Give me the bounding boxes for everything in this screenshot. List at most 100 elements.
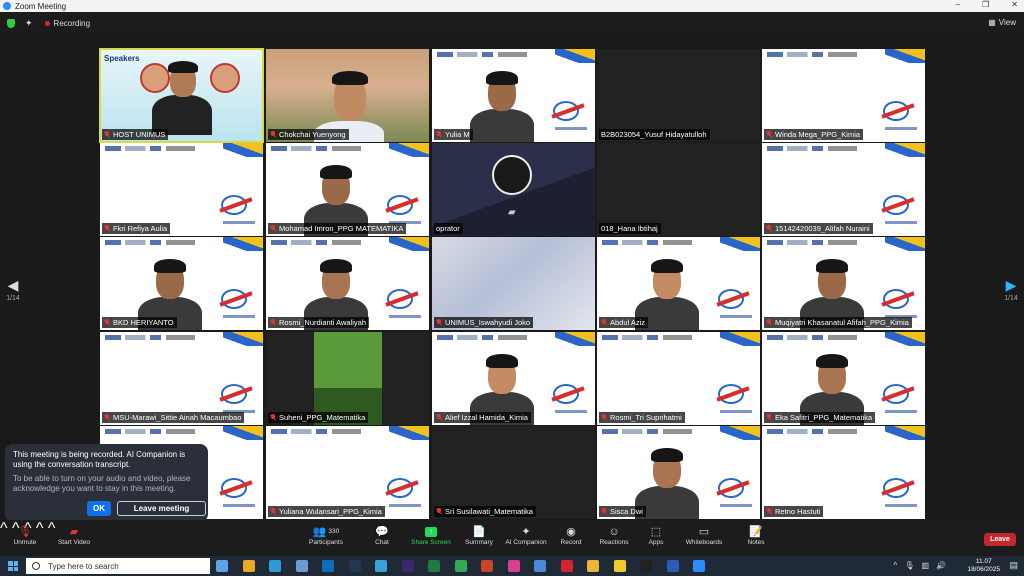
excel-icon[interactable] [428, 560, 440, 572]
participant-tile[interactable]: Yulia M [432, 49, 595, 142]
volume-icon[interactable]: 🔊 [936, 561, 946, 570]
chevron-up-icon[interactable]: ^ [894, 561, 898, 570]
participant-tile[interactable]: Muqiyatri Khasanatul Afifah_PPG_Kimia [762, 237, 925, 330]
participant-tile[interactable]: Eka Safitri_PPG_Matematika [762, 332, 925, 425]
participant-name-label: Retno Hastuti [764, 506, 824, 517]
participant-tile[interactable]: Retno Hastuti [762, 426, 925, 519]
right-arrow-icon: ▶ [1005, 277, 1017, 293]
unmute-button[interactable]: 🎙 Unmute [12, 524, 38, 546]
participant-tile[interactable]: Mohamad Imron_PPG MATEMATIKA [266, 143, 429, 236]
window-controls: – ❐ ✕ [956, 0, 1018, 9]
apps-button[interactable]: ⬚ Apps [644, 524, 668, 546]
prev-page-button[interactable]: ◀ 1/14 [2, 277, 24, 302]
whiteboards-button[interactable]: ▭ Whiteboards [684, 524, 724, 546]
notes-button[interactable]: 📝 Notes [744, 524, 768, 546]
chat-button[interactable]: 💬 Chat [370, 524, 394, 546]
capcut-icon[interactable] [640, 560, 652, 572]
ai-sparkle-icon[interactable]: ✦ [25, 18, 33, 29]
participant-tile[interactable]: MSU-Marawi_Sittie Ainah Macaumbao [100, 332, 263, 425]
participant-tile[interactable]: Winda Mega_PPG_Kimia [762, 49, 925, 142]
participant-tile[interactable]: Yuliana Wulansari_PPG_Kimia [266, 426, 429, 519]
windows-start-icon[interactable] [8, 561, 18, 571]
participant-name: Fkri Refiya Aulia [113, 224, 168, 233]
participant-tile[interactable]: Alief Izzal Hamida_Kimia [432, 332, 595, 425]
next-page-button[interactable]: ▶ 1/14 [1000, 277, 1022, 302]
participant-tile[interactable]: ▰ oprator [432, 143, 595, 236]
chrome-icon[interactable] [242, 560, 255, 572]
participant-name-label: Winda Mega_PPG_Kimia [764, 129, 864, 140]
participant-name-label: Eka Safitri_PPG_Matematika [764, 412, 876, 423]
record-icon: ◉ [566, 526, 576, 538]
participant-name-label: MSU-Marawi_Sittie Ainah Macaumbao [102, 412, 245, 423]
reactions-caret[interactable]: ^ [48, 520, 56, 537]
participant-name-label: BKD HERIYANTO [102, 317, 177, 328]
speaker-photo [210, 63, 240, 93]
record-button[interactable]: ◉ Record [559, 524, 583, 546]
leave-meeting-button[interactable]: Leave meeting [117, 501, 206, 516]
participant-tile[interactable]: 15142420039_Alifah Nuraini [762, 143, 925, 236]
participant-name: Eka Safitri_PPG_Matematika [775, 413, 873, 422]
ok-button[interactable]: OK [87, 501, 111, 516]
obs-logo-icon [492, 155, 532, 195]
participant-name: UNIMUS_Iswahyudi Joko [445, 318, 531, 327]
participant-tile[interactable]: Sisca Dwi [597, 426, 760, 519]
participant-tile[interactable]: Fkri Refiya Aulia [100, 143, 263, 236]
zoom-icon[interactable] [693, 560, 705, 572]
participant-tile[interactable]: Rosmi_Nurdianti Awaliyah [266, 237, 429, 330]
mic-muted-icon [766, 414, 772, 421]
start-video-button[interactable]: ▰ Start Video [56, 524, 92, 546]
leave-button[interactable]: Leave [984, 533, 1016, 546]
mic-muted-icon [766, 131, 772, 138]
capture-icon[interactable] [375, 560, 387, 572]
participant-tile[interactable]: Chokchai Yuenyong [266, 49, 429, 142]
network-icon[interactable]: ▥ [921, 561, 929, 570]
outlook-icon[interactable] [322, 560, 334, 572]
participant-tile[interactable]: Abdul Aziz [597, 237, 760, 330]
taskbar-search-box[interactable]: Type here to search [26, 558, 210, 574]
opera-icon[interactable] [560, 560, 573, 572]
files-icon[interactable] [587, 560, 599, 572]
participant-name-label: Chokchai Yuenyong [268, 129, 349, 140]
reactions-button[interactable]: ☺ Reactions [598, 524, 630, 547]
restore-icon[interactable]: ❐ [982, 0, 989, 9]
share-screen-button[interactable]: ↑ Share Screen [411, 524, 451, 546]
view-label: View [998, 18, 1016, 27]
participant-name-label: Mohamad Imron_PPG MATEMATIKA [268, 223, 407, 234]
participant-tile[interactable]: Speakers HOST UNIMUS [99, 48, 264, 143]
word-icon[interactable] [666, 560, 679, 572]
participant-name: Yuliana Wulansari_PPG_Kimia [279, 507, 382, 516]
edge-icon[interactable] [269, 560, 281, 572]
close-icon[interactable]: ✕ [1011, 0, 1018, 9]
participant-tile[interactable]: Sri Susilawati_Matematika [432, 426, 595, 519]
participant-name: Mohamad Imron_PPG MATEMATIKA [279, 224, 404, 233]
mic-muted-icon [270, 414, 276, 421]
photoshop-icon[interactable] [348, 560, 361, 572]
notification-icon[interactable]: ▤ [1009, 560, 1018, 571]
powerpoint-icon[interactable] [481, 560, 493, 572]
sheets-icon[interactable] [454, 560, 467, 572]
audio-options-caret[interactable]: ^ [0, 520, 8, 537]
participant-tile[interactable]: BKD HERIYANTO [100, 237, 263, 330]
participant-name: Suheni_PPG_Matematika [279, 413, 366, 422]
shield-icon[interactable] [7, 18, 15, 28]
participants-button[interactable]: 👥 330 Participants [304, 524, 348, 546]
instagram-icon[interactable] [507, 560, 520, 572]
participant-tile[interactable]: Suheni_PPG_Matematika [266, 332, 429, 425]
ai-companion-button[interactable]: ✦ AI Companion [504, 524, 548, 546]
taskbar-clock[interactable]: 11.07 18/06/2025 [967, 558, 1000, 574]
participant-tile[interactable]: B2B023054_Yusuf Hidayatulloh [597, 49, 760, 142]
mic-tray-icon[interactable]: 🎙 [904, 561, 914, 570]
view-button[interactable]: ▦ View [988, 18, 1016, 27]
whiteboards-label: Whiteboards [685, 539, 723, 546]
participant-tile[interactable]: UNIMUS_Iswahyudi Joko [432, 237, 595, 330]
summary-button[interactable]: 📄 Summary [463, 524, 495, 546]
notepad-icon[interactable] [534, 560, 546, 572]
file-manager-icon[interactable] [295, 560, 308, 572]
sticky-notes-icon[interactable] [613, 560, 626, 572]
participant-tile[interactable]: Rosmi_Tri Suprihatmi [597, 332, 760, 425]
left-arrow-icon: ◀ [7, 277, 19, 293]
premiere-icon[interactable] [401, 560, 414, 572]
minimize-icon[interactable]: – [956, 0, 960, 9]
participant-tile[interactable]: 018_Hana Ibtihaj [597, 143, 760, 236]
widgets-icon[interactable] [216, 560, 228, 572]
